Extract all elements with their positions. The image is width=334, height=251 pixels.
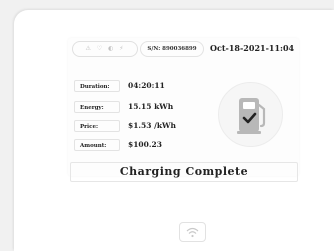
wifi-icon (186, 227, 199, 238)
amount-label: Amount: (74, 139, 120, 151)
heart-icon: ♡ (96, 45, 104, 52)
fuel-pump-check-icon (237, 98, 266, 134)
half-circle-icon: ◐ (108, 45, 115, 52)
charger-device: ⚠ ♡ ◐ ⚡ S/N: 890036899 Oct-18-2021-11:04… (14, 10, 334, 251)
charging-status-message: Charging Complete (70, 162, 298, 182)
lightning-icon: ⚡ (119, 45, 125, 52)
charger-screen: ⚠ ♡ ◐ ⚡ S/N: 890036899 Oct-18-2021-11:04… (68, 38, 299, 182)
serial-number: S/N: 890036899 (140, 41, 204, 57)
warning-icon: ⚠ (85, 45, 92, 52)
date-time: Oct-18-2021-11:04 (210, 43, 295, 53)
duration-label: Duration: (74, 80, 120, 92)
energy-label: Energy: (74, 101, 120, 113)
wifi-button[interactable] (179, 222, 206, 242)
price-value: $1.53 /kWh (128, 121, 176, 130)
amount-value: $100.23 (128, 140, 162, 149)
price-label: Price: (74, 120, 120, 132)
energy-value: 15.15 kWh (128, 102, 174, 111)
status-icon-circle (218, 82, 283, 147)
duration-value: 04:20:11 (128, 81, 165, 90)
top-bar: ⚠ ♡ ◐ ⚡ S/N: 890036899 Oct-18-2021-11:04 (72, 41, 299, 57)
status-icons-group: ⚠ ♡ ◐ ⚡ (72, 41, 138, 57)
